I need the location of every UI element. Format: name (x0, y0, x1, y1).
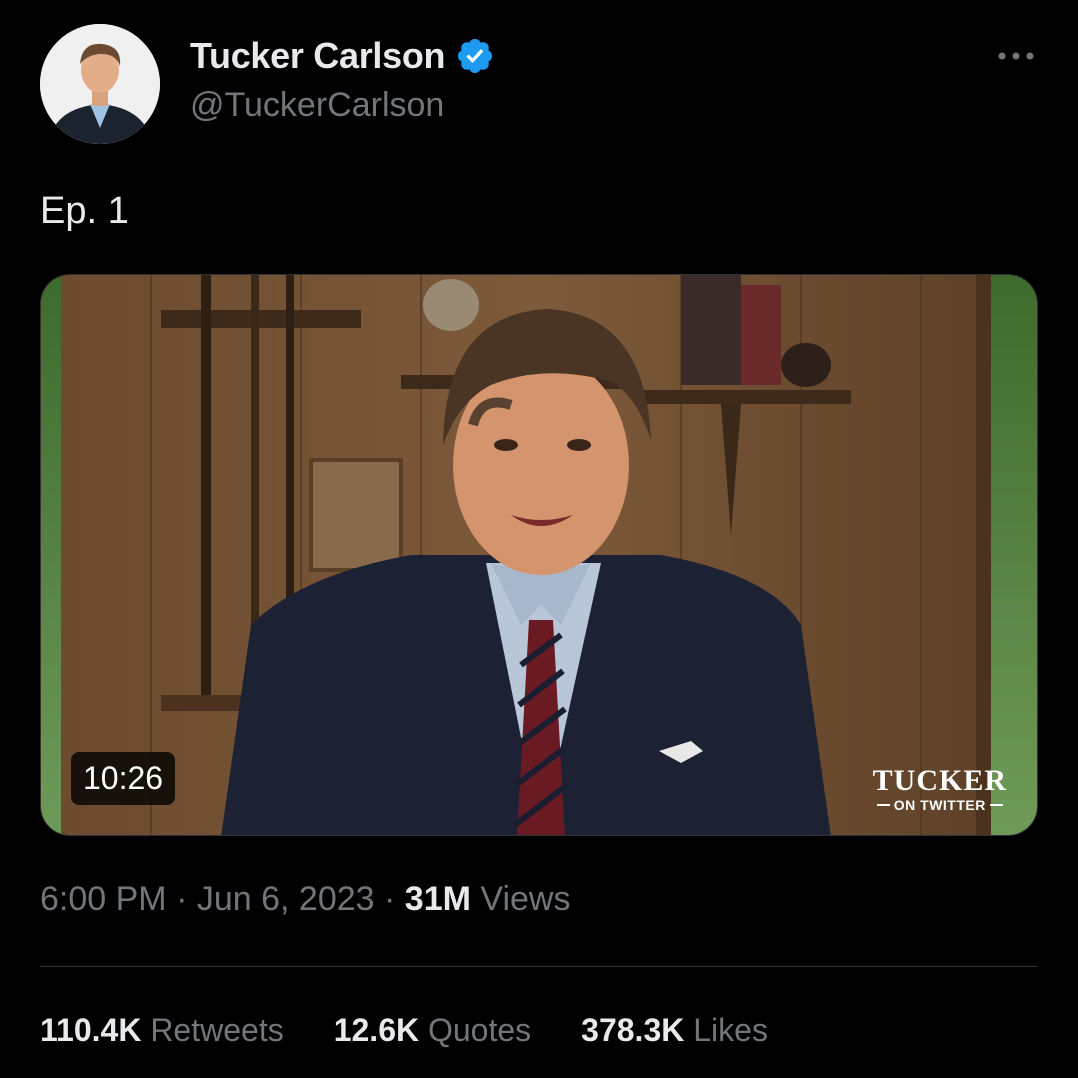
avatar[interactable] (40, 24, 160, 144)
watermark-title: TUCKER (872, 764, 1007, 797)
author-block: Tucker Carlson @TuckerCarlson (190, 34, 495, 125)
watermark-line-right (989, 804, 1003, 806)
tweet-text: Ep. 1 (40, 190, 129, 232)
watermark-line-left (876, 804, 890, 806)
watermark-subtitle-row: ON TWITTER (873, 797, 1007, 813)
channel-watermark: TUCKER ON TWITTER (872, 764, 1007, 814)
engagement-stats: 110.4K Retweets 12.6K Quotes 378.3K Like… (40, 1012, 818, 1049)
tweet-time[interactable]: 6:00 PM (40, 880, 167, 918)
meta-separator: · (384, 880, 396, 918)
views-count: 31M (404, 880, 471, 918)
display-name[interactable]: Tucker Carlson (190, 35, 446, 77)
quotes-count: 12.6K (333, 1012, 420, 1048)
retweets-stat[interactable]: 110.4K Retweets (40, 1012, 284, 1049)
video-duration: 10:26 (71, 752, 176, 805)
quotes-label: Quotes (427, 1012, 532, 1048)
likes-stat[interactable]: 378.3K Likes (581, 1012, 768, 1049)
likes-count: 378.3K (581, 1012, 685, 1048)
more-options-button[interactable] (994, 36, 1038, 76)
retweets-count: 110.4K (40, 1012, 142, 1048)
views-label: Views (480, 880, 571, 918)
verified-badge-icon[interactable] (455, 36, 495, 76)
video-thumbnail (41, 275, 1037, 835)
more-horizontal-icon (998, 52, 1034, 60)
retweets-label: Retweets (150, 1012, 284, 1048)
likes-label: Likes (693, 1012, 768, 1048)
handle[interactable]: @TuckerCarlson (190, 86, 495, 125)
tweet-meta: 6:00 PM · Jun 6, 2023 · 31M Views (40, 880, 570, 919)
watermark-subtitle: ON TWITTER (893, 797, 986, 813)
name-row: Tucker Carlson (190, 34, 495, 78)
tweet-date[interactable]: Jun 6, 2023 (197, 880, 375, 918)
quotes-stat[interactable]: 12.6K Quotes (334, 1012, 531, 1049)
meta-separator: · (176, 880, 188, 918)
tweet-detail: Tucker Carlson @TuckerCarlson Ep. 1 10:2… (0, 0, 1078, 1078)
video-player[interactable]: 10:26 TUCKER ON TWITTER (40, 274, 1038, 836)
divider (40, 966, 1038, 967)
